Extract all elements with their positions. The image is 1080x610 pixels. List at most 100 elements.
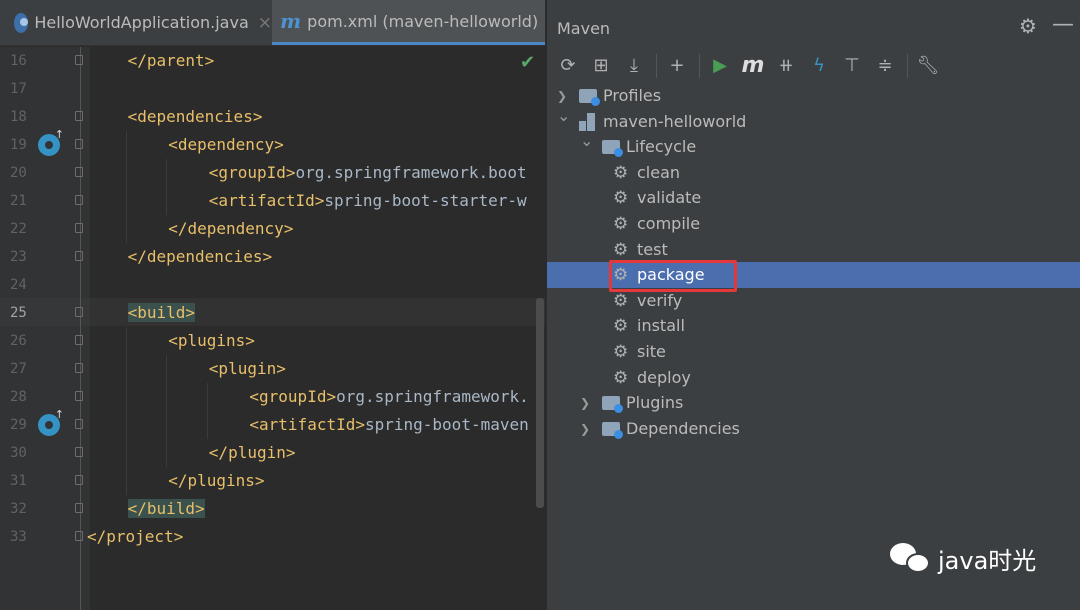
tab-hello-world-application[interactable]: HelloWorldApplication.java × [0,0,272,45]
close-icon[interactable]: × [258,13,272,33]
xml-tag: <artifactId> [249,415,365,434]
folder-icon [602,421,623,439]
code-editor[interactable]: HelloWorldApplication.java × m pom.xml (… [0,0,545,610]
inspection-ok-icon[interactable]: ✔ [520,52,535,73]
code-line[interactable]: 20 <groupId>org.springframework.boot [0,159,545,187]
xml-tag: </project> [87,527,184,546]
download-icon[interactable]: ⤓ [621,52,647,78]
code-line[interactable]: 26 <plugins> [0,327,545,355]
code-line[interactable]: 33 </project> [0,523,545,551]
tree-item-label: Plugins [626,393,684,413]
gear-icon: ⚙ [613,290,629,311]
collapse-all-icon[interactable]: ≑ [872,52,898,78]
reload-icon[interactable]: ⟳ [555,52,581,78]
code-line[interactable]: 32 </build> [0,495,545,523]
xml-tag: <plugin> [208,359,286,378]
fold-marker-icon[interactable] [75,363,83,373]
tab-pom-xml[interactable]: m pom.xml (maven-helloworld) × [272,0,545,45]
fold-marker-icon[interactable] [75,139,83,149]
toolbar-separator [907,54,908,78]
tree-item-profiles[interactable]: ❯ Profiles [547,83,1080,109]
gear-icon[interactable]: ⚙ [1019,14,1037,38]
fold-marker-icon[interactable] [75,475,83,485]
code-line[interactable]: 17 [0,75,545,103]
fold-marker-icon[interactable] [75,335,83,345]
fold-marker-icon[interactable] [75,307,83,317]
tree-item-label: maven-helloworld [603,111,747,131]
line-number: 20 [10,165,27,181]
line-number: 16 [10,53,27,69]
fold-marker-icon[interactable] [75,55,83,65]
tree-item-package[interactable]: ⚙ package [547,262,1080,289]
chevron-right-icon[interactable]: ❯ [580,390,590,416]
tree-item-dependencies[interactable]: ❯ Dependencies [547,416,1080,442]
code-line[interactable]: 23 </dependencies> [0,243,545,271]
toggle-offline-icon[interactable]: ⧺ [773,52,799,78]
xml-text: org.springframework. [336,387,529,406]
tree-item-lifecycle[interactable]: ⌄ Lifecycle [547,131,1080,160]
line-number: 29 [10,417,27,433]
chevron-right-icon[interactable]: ❯ [580,416,590,442]
fold-marker-icon[interactable] [75,167,83,177]
fold-marker-icon[interactable] [75,419,83,429]
xml-tag: <groupId> [249,387,337,406]
tree-item-verify[interactable]: ⚙ verify [547,288,1080,314]
folder-icon [602,396,623,414]
fold-marker-icon[interactable] [75,391,83,401]
fold-marker-icon[interactable] [75,195,83,205]
chevron-down-icon[interactable]: ⌄ [580,128,593,154]
line-number: 17 [10,81,27,97]
code-line[interactable]: 27 <plugin> [0,355,545,383]
tree-item-compile[interactable]: ⚙ compile [547,211,1080,237]
code-line[interactable]: 31 </plugins> [0,467,545,495]
tree-item-label: validate [637,188,702,208]
override-gutter-icon[interactable]: ↑ [38,128,64,156]
code-line[interactable]: 30 </plugin> [0,439,545,467]
maven-file-icon: m [280,9,302,33]
code-line[interactable]: 28 <groupId>org.springframework. [0,383,545,411]
fold-marker-icon[interactable] [75,251,83,261]
execute-goal-icon[interactable]: m [740,52,766,78]
gear-icon: ⚙ [613,316,629,337]
fold-marker-icon[interactable] [75,531,83,541]
code-line[interactable]: 24 [0,271,545,299]
chevron-down-icon[interactable]: ⌄ [557,103,570,129]
tree-item-deploy[interactable]: ⚙ deploy [547,365,1080,391]
settings-wrench-icon[interactable]: 🔧︎ [915,52,941,78]
xml-tag: <build> [127,303,196,322]
minimize-icon[interactable]: — [1052,12,1074,37]
code-line[interactable]: 19 ↑ <dependency> [0,128,545,159]
code-text: <groupId>org.springframework.boot [209,159,527,187]
tree-item-plugins[interactable]: ❯ Plugins [547,390,1080,416]
run-icon[interactable]: ▶ [707,52,733,78]
fold-marker-icon[interactable] [75,223,83,233]
line-number: 25 [10,305,27,321]
tree-item-label: Dependencies [626,418,740,438]
tab-label: pom.xml (maven-helloworld) [307,11,539,31]
tree-item-test[interactable]: ⚙ test [547,237,1080,263]
code-line[interactable]: 22 </dependency> [0,215,545,243]
editor-scrollbar-thumb[interactable] [536,298,544,508]
generate-sources-icon[interactable]: ⊞ [588,52,614,78]
tree-item-maven-helloworld[interactable]: ⌄ maven-helloworld [547,106,1080,135]
xml-tag: <plugins> [168,331,255,350]
code-line[interactable]: 18 <dependencies> [0,103,545,131]
fold-marker-icon[interactable] [75,111,83,121]
code-line[interactable]: 21 <artifactId>spring-boot-starter-w [0,187,545,215]
fold-marker-icon[interactable] [75,447,83,457]
fold-marker-icon[interactable] [75,503,83,513]
override-gutter-icon[interactable]: ↑ [38,408,64,436]
tree-item-validate[interactable]: ⚙ validate [547,185,1080,211]
code-text: <plugins> [168,327,255,355]
code-line[interactable]: 16 </parent> [0,47,545,75]
add-icon[interactable]: + [664,52,690,78]
tree-item-clean[interactable]: ⚙ clean [547,160,1080,186]
code-text: <artifactId>spring-boot-starter-w [209,187,527,215]
skip-tests-icon[interactable]: ϟ [806,52,832,78]
code-line[interactable]: 25 <build> [0,299,545,327]
tree-item-install[interactable]: ⚙ install [547,313,1080,339]
code-line[interactable]: 29 ↑ <artifactId>spring-boot-maven [0,408,545,439]
show-dependencies-icon[interactable]: ⊤ [839,52,865,78]
tree-item-site[interactable]: ⚙ site [547,339,1080,365]
xml-tag: </build> [127,499,205,518]
